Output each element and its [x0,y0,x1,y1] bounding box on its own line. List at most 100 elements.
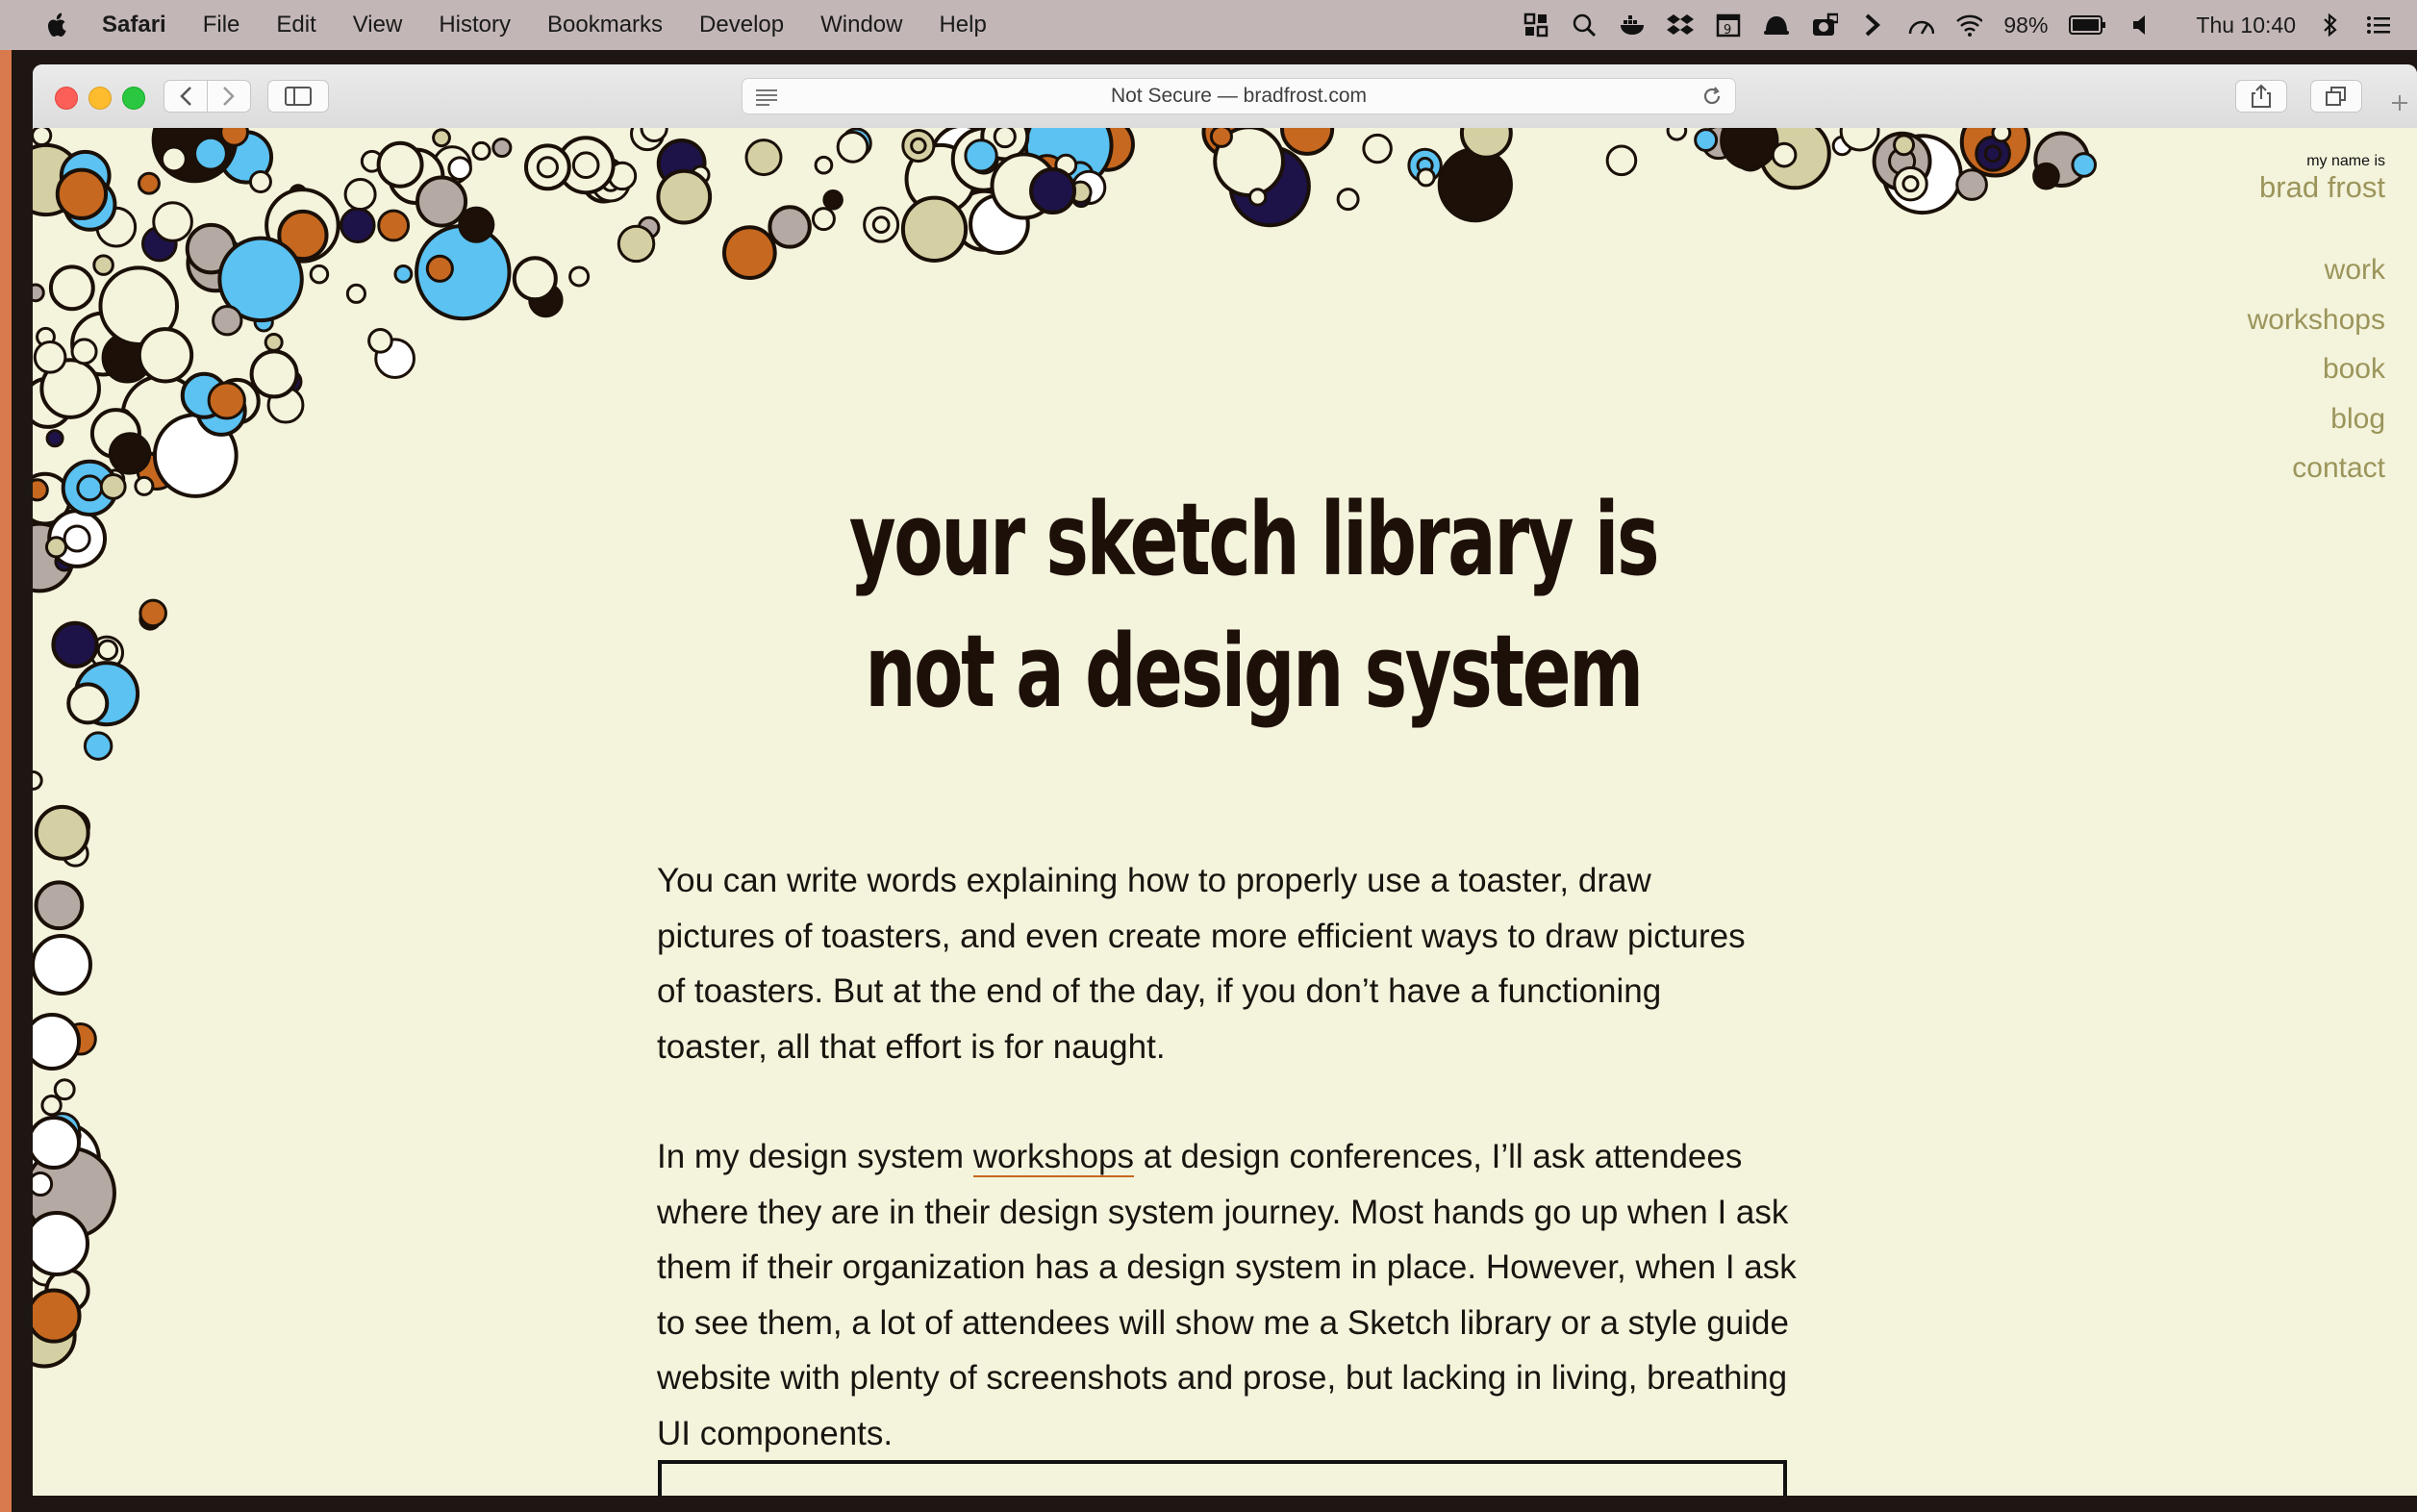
bubble [33,769,43,791]
bubble [137,327,194,384]
dropbox-icon[interactable] [1667,12,1695,38]
nav-book[interactable]: book [2248,344,2385,394]
wifi-icon[interactable] [1955,12,1983,38]
bubble [964,139,998,173]
nav-work[interactable]: work [2248,245,2385,295]
nav-blog[interactable]: blog [2248,394,2385,444]
mission-control-icon[interactable] [1523,12,1549,38]
bubble [901,128,936,164]
docker-icon[interactable] [1619,12,1646,38]
bubble [309,264,330,285]
menu-develop[interactable]: Develop [699,12,784,38]
apple-menu-icon[interactable] [46,12,71,38]
zoom-window-button[interactable] [122,87,145,110]
menu-view[interactable]: View [353,12,403,38]
tabs-icon [2326,87,2346,106]
forward-button[interactable] [207,80,251,113]
bubble [33,1013,81,1071]
bluetooth-icon[interactable] [2317,12,2344,38]
bubble [99,473,127,500]
bubble [1280,128,1335,156]
bubble [568,265,591,288]
bubble [640,128,668,143]
bubble [193,136,228,171]
address-bar[interactable]: Not Secure — bradfrost.com [742,78,1736,114]
bubble [152,201,193,242]
bubble [53,1078,76,1101]
bubble [721,225,777,281]
menu-window[interactable]: Window [820,12,902,38]
battery-icon[interactable] [2069,12,2107,38]
bubble [34,804,90,861]
nav-workshops[interactable]: workshops [2248,295,2385,345]
paragraph-2-text-start: In my design system [657,1138,973,1175]
bubble [2032,162,2060,190]
bubble [617,224,656,264]
bubble [1336,188,1360,212]
reader-view-icon[interactable] [754,87,779,111]
bubble [1720,128,1779,170]
site-name-link[interactable]: brad frost [2259,170,2385,205]
bubble [415,175,468,228]
menu-safari[interactable]: Safari [102,12,166,38]
prompt-chevron-icon[interactable] [1859,12,1886,38]
bubble [822,189,843,211]
tab-overview-button[interactable] [2310,80,2362,113]
name-prefix: my name is [2306,153,2385,169]
bubble [393,264,414,284]
close-window-button[interactable] [55,87,78,110]
bubble [33,340,67,374]
bubble [900,195,969,263]
bubble [1029,167,1077,215]
spotlight-search-icon[interactable] [1571,12,1598,38]
clock[interactable]: Thu 10:40 [2196,13,2296,38]
minimize-window-button[interactable] [88,87,112,110]
bubble [48,265,95,312]
sidebar-toggle-button[interactable] [267,80,329,113]
bubble [1416,167,1436,188]
paragraph-1: You can write words explaining how to pr… [657,862,1746,1066]
paragraph-2: In my design system workshops at design … [657,1129,1801,1461]
workshops-link[interactable]: workshops [972,1138,1135,1177]
menu-bookmarks[interactable]: Bookmarks [547,12,663,38]
bubble [134,475,155,496]
calendar-icon[interactable]: 9 [1715,12,1742,38]
paragraph-2-text-end: at design conferences, I’ll ask attendee… [657,1138,1797,1452]
bubble [512,256,558,302]
reload-icon[interactable] [1700,85,1724,113]
screen-capture-icon[interactable] [1811,12,1839,38]
volume-icon[interactable] [2128,12,2155,38]
chevron-right-icon [223,87,235,106]
bubble [1694,128,1719,153]
bubble [1209,128,1233,148]
new-tab-button[interactable] [2382,84,2417,122]
activity-gauge-icon[interactable] [1907,12,1935,38]
bubble [768,205,812,249]
share-button[interactable] [2235,80,2287,113]
bubble [83,731,113,761]
address-text: Not Secure — bradfrost.com [1110,85,1368,107]
menu-history[interactable]: History [439,12,511,38]
notification-center-icon[interactable] [2365,12,2392,38]
menu-help[interactable]: Help [939,12,986,38]
bubble [137,171,161,195]
bubble [51,620,99,668]
bubble [1893,134,1916,157]
browser-toolbar: Not Secure — bradfrost.com [33,64,2417,129]
bubble [340,207,376,243]
bubble [814,155,834,175]
bubble [160,145,188,173]
embedded-content-frame [658,1460,1787,1496]
nav-contact[interactable]: contact [2248,443,2385,493]
bubble [219,128,249,147]
bubble [811,207,836,232]
alfred-hat-icon[interactable] [1763,12,1790,38]
bubble [40,1095,63,1117]
menu-edit[interactable]: Edit [276,12,315,38]
back-button[interactable] [164,80,208,113]
bubble [70,338,98,365]
browser-window: Not Secure — bradfrost.com my name is br… [33,64,2417,1496]
menu-file[interactable]: File [203,12,240,38]
bubble [44,536,68,559]
article-title: your sketch library is not a design syst… [777,474,1729,738]
